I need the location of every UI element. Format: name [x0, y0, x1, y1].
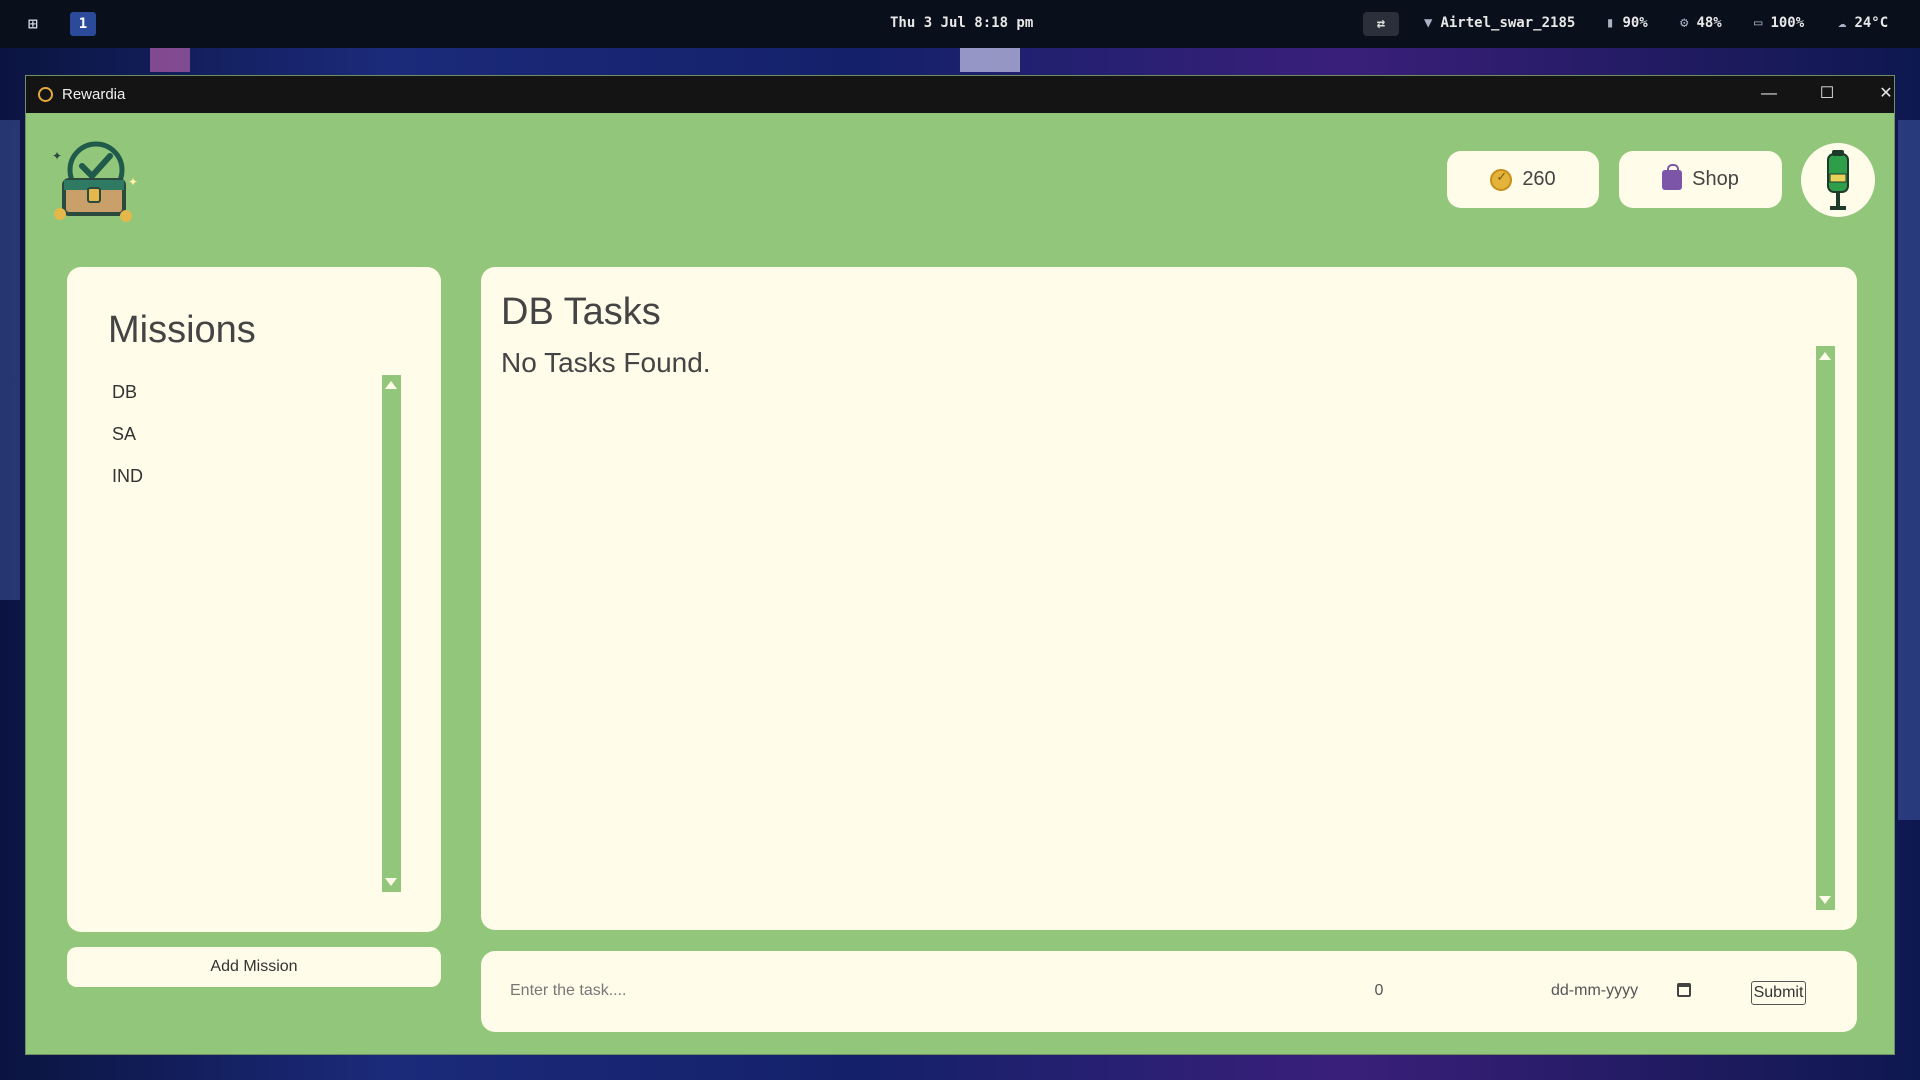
- shopping-bag-icon: [1662, 163, 1683, 190]
- temperature-value: 24°C: [1854, 15, 1889, 31]
- mission-list: DB SA IND: [112, 381, 143, 507]
- tasks-scrollbar[interactable]: [1816, 346, 1835, 910]
- wallpaper-detail: [0, 120, 20, 600]
- window-title: Rewardia: [62, 86, 126, 103]
- coins-button[interactable]: 260: [1447, 151, 1599, 208]
- avatar-character-icon: [1827, 150, 1849, 210]
- cpu-value: 48%: [1696, 15, 1722, 31]
- submit-button[interactable]: Submit: [1751, 981, 1806, 1005]
- minimize-button[interactable]: —: [1749, 80, 1789, 108]
- mission-item[interactable]: SA: [112, 423, 143, 465]
- wifi-status[interactable]: ▼ Airtel_swar_2185: [1424, 15, 1575, 31]
- profile-avatar[interactable]: [1801, 143, 1875, 217]
- wallpaper-detail: [960, 48, 1020, 72]
- shop-label: Shop: [1692, 168, 1739, 190]
- wifi-name: Airtel_swar_2185: [1440, 15, 1576, 31]
- mission-item[interactable]: IND: [112, 465, 143, 507]
- windows-start-icon[interactable]: ⊞: [28, 14, 46, 33]
- wallpaper-detail: [150, 48, 190, 72]
- empty-tasks-message: No Tasks Found.: [501, 347, 711, 378]
- add-mission-button[interactable]: Add Mission: [67, 947, 441, 987]
- cloud-icon: ☁: [1838, 15, 1847, 31]
- calendar-icon[interactable]: [1677, 983, 1691, 997]
- shop-button[interactable]: Shop: [1619, 151, 1782, 208]
- new-task-form: dd-mm-yyyy Submit: [481, 951, 1857, 1032]
- mission-item[interactable]: DB: [112, 381, 143, 423]
- cpu-status: ⚙ 48%: [1680, 15, 1722, 31]
- scroll-up-icon[interactable]: [385, 381, 397, 389]
- close-button[interactable]: ✕: [1866, 80, 1906, 108]
- wallpaper-detail: [1898, 120, 1920, 820]
- battery-value: 90%: [1622, 15, 1648, 31]
- tasks-heading: DB Tasks: [501, 291, 661, 333]
- svg-text:✦: ✦: [128, 175, 138, 189]
- scroll-down-icon[interactable]: [1819, 896, 1831, 904]
- battery-status: ▮ 90%: [1606, 15, 1648, 31]
- app-icon: [38, 87, 53, 102]
- date-field[interactable]: dd-mm-yyyy: [1551, 982, 1638, 1000]
- missions-scrollbar[interactable]: [382, 375, 401, 892]
- treasure-chest-logo-icon: ✦ ✦: [52, 141, 138, 222]
- missions-panel: Missions DB SA IND: [67, 267, 441, 932]
- memory-icon: ▭: [1754, 15, 1763, 31]
- wifi-icon: ▼: [1424, 15, 1433, 31]
- system-taskbar: ⊞ 1 Thu 3 Jul 8:18 pm ⇄ ▼ Airtel_swar_218…: [0, 0, 1920, 48]
- scroll-down-icon[interactable]: [385, 878, 397, 886]
- weather-status: ☁ 24°C: [1838, 15, 1888, 31]
- missions-heading: Missions: [108, 309, 256, 351]
- coin-icon: [1490, 168, 1513, 191]
- clock: Thu 3 Jul 8:18 pm: [890, 15, 1034, 31]
- memory-value: 100%: [1770, 15, 1805, 31]
- maximize-button[interactable]: ☐: [1807, 80, 1847, 108]
- memory-status: ▭ 100%: [1754, 15, 1804, 31]
- coin-count: 260: [1522, 168, 1556, 190]
- points-input[interactable]: [1329, 979, 1429, 1003]
- switch-icon[interactable]: ⇄: [1363, 12, 1399, 36]
- tasks-panel: DB Tasks No Tasks Found.: [481, 267, 1857, 930]
- workspace-indicator[interactable]: 1: [70, 12, 96, 36]
- cpu-icon: ⚙: [1680, 15, 1689, 31]
- svg-text:✦: ✦: [52, 149, 62, 163]
- task-input[interactable]: [510, 979, 1270, 1003]
- window-titlebar[interactable]: Rewardia — ☐ ✕: [26, 76, 1894, 113]
- scroll-up-icon[interactable]: [1819, 352, 1831, 360]
- app-window: Rewardia — ☐ ✕ ✦ ✦ 260 Shop Missions: [25, 75, 1895, 1055]
- battery-icon: ▮: [1606, 15, 1615, 31]
